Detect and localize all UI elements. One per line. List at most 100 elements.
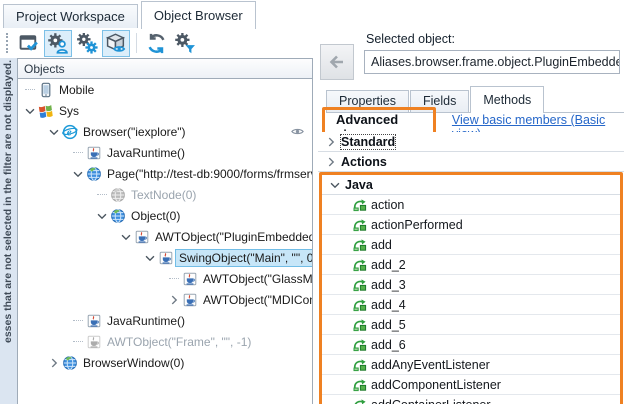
tree-connector <box>97 194 107 195</box>
tab-object-browser[interactable]: Object Browser <box>141 1 256 29</box>
tree-item-label: JavaRuntime() <box>104 313 188 329</box>
java-icon <box>182 271 200 287</box>
tree-row[interactable]: SwingObject("Main", "", 0) <box>18 247 312 268</box>
chevron-right-icon[interactable] <box>324 135 341 149</box>
main-tab-strip: Project Workspace Object Browser <box>0 0 318 29</box>
chevron-down-icon[interactable] <box>142 251 158 265</box>
method-row[interactable]: add_4 <box>322 295 620 315</box>
gear-filter-button[interactable] <box>171 30 199 57</box>
globe-icon <box>110 187 128 203</box>
tree-row[interactable]: AWTObject("GlassMouseGrabP <box>18 268 312 289</box>
tree-row[interactable]: Page("http://test-db:9000/forms/frmservl… <box>18 163 312 184</box>
chevron-down-icon[interactable] <box>46 125 62 139</box>
tree-row[interactable]: JavaRuntime() <box>18 142 312 163</box>
section-actions[interactable]: Actions <box>318 152 624 172</box>
tree-item-label: AWTObject("GlassMouseGrabP <box>200 271 313 287</box>
method-row[interactable]: add_2 <box>322 255 620 275</box>
tree-connector <box>73 152 83 153</box>
tree-item-label: AWTObject("MDIContainer", "" <box>200 292 313 308</box>
chevron-down-icon[interactable] <box>22 104 38 118</box>
tree-row[interactable]: Mobile <box>18 79 312 100</box>
tree-row[interactable]: Object(0) <box>18 205 312 226</box>
section-java[interactable]: Java <box>322 175 620 195</box>
tree-connector <box>73 341 83 342</box>
java-icon <box>158 250 176 266</box>
method-icon <box>352 317 371 333</box>
section-label: Standard <box>341 135 395 149</box>
chevron-right-icon[interactable] <box>324 155 341 169</box>
eye-icon[interactable] <box>290 124 305 139</box>
refresh-button[interactable] <box>142 30 170 57</box>
gear-user-button[interactable] <box>44 30 72 57</box>
java-icon <box>134 229 152 245</box>
method-row[interactable]: action <box>322 195 620 215</box>
tree-row[interactable]: AWTObject("MDIContainer", "" <box>18 289 312 310</box>
tree-row[interactable]: TextNode(0) <box>18 184 312 205</box>
method-row[interactable]: addComponentListener <box>322 375 620 395</box>
gear-filter-icon <box>174 33 196 54</box>
filter-notice-strip: esses that are not selected in the filte… <box>0 58 17 404</box>
tree-row[interactable]: BrowserWindow(0) <box>18 352 312 373</box>
tab-project-workspace[interactable]: Project Workspace <box>3 4 138 28</box>
method-name: add_6 <box>371 338 406 352</box>
method-icon <box>352 197 371 213</box>
java-icon <box>86 313 104 329</box>
tree-row[interactable]: eBrowser("iexplore") <box>18 121 312 142</box>
method-icon <box>352 377 371 393</box>
tree-item-label: AWTObject("PluginEmbeddedFrame", " <box>152 229 313 245</box>
section-label: Java <box>345 178 373 192</box>
method-icon <box>352 217 371 233</box>
method-row[interactable]: addAnyEventListener <box>322 355 620 375</box>
java-icon <box>182 292 200 308</box>
method-icon <box>352 257 371 273</box>
method-row[interactable]: add <box>322 235 620 255</box>
method-icon <box>352 397 371 404</box>
chevron-right-icon[interactable] <box>46 356 62 370</box>
method-icon <box>352 297 371 313</box>
tree-item-label: Page("http://test-db:9000/forms/frmservl… <box>104 166 313 182</box>
tree-row[interactable]: JavaRuntime() <box>18 310 312 331</box>
globe-icon <box>110 208 128 224</box>
section-standard[interactable]: Standard <box>318 132 624 152</box>
method-row[interactable]: add_3 <box>322 275 620 295</box>
tab-methods[interactable]: Methods <box>470 86 544 113</box>
chevron-right-icon[interactable] <box>166 293 182 307</box>
members-list: Standard Actions Java action actionPerformed… <box>318 132 624 404</box>
back-button[interactable] <box>320 44 354 80</box>
objects-tree: MobileSyseBrowser("iexplore")JavaRuntime… <box>17 79 313 404</box>
chevron-down-icon[interactable] <box>328 178 345 192</box>
java-icon <box>86 145 104 161</box>
tree-item-label: Sys <box>56 103 82 119</box>
selected-object-label: Selected object: <box>366 32 455 46</box>
method-row[interactable]: addContainerListener <box>322 395 620 404</box>
tree-row[interactable]: AWTObject("Frame", "", -1) <box>18 331 312 352</box>
tree-connector <box>169 278 179 279</box>
selected-object-field[interactable]: Aliases.browser.frame.object.PluginEmbed… <box>364 50 620 74</box>
method-icon <box>352 337 371 353</box>
window-check-button[interactable] <box>15 30 43 57</box>
method-row[interactable]: add_5 <box>322 315 620 335</box>
method-name: action <box>371 198 404 212</box>
method-row[interactable]: actionPerformed <box>322 215 620 235</box>
java-section-highlight: JavaactionactionPerformedaddadd_2add_3ad… <box>319 172 623 404</box>
box-eye-button[interactable] <box>102 30 130 57</box>
tree-connector <box>25 89 35 90</box>
toolbar-grip[interactable] <box>6 33 8 53</box>
toolbar-separator <box>136 33 137 53</box>
window-check-icon <box>19 33 40 54</box>
method-row[interactable]: add_6 <box>322 335 620 355</box>
chevron-down-icon[interactable] <box>70 167 86 181</box>
tree-row[interactable]: AWTObject("PluginEmbeddedFrame", " <box>18 226 312 247</box>
objects-column-header[interactable]: Objects <box>17 58 313 79</box>
mobile-icon <box>38 82 56 98</box>
gears-icon <box>77 33 98 54</box>
chevron-down-icon[interactable] <box>94 209 110 223</box>
tree-item-label: AWTObject("Frame", "", -1) <box>104 334 254 350</box>
globe-icon <box>62 355 80 371</box>
tree-row[interactable]: Sys <box>18 100 312 121</box>
windows-icon <box>38 103 56 119</box>
chevron-down-icon[interactable] <box>118 230 134 244</box>
gears-button[interactable] <box>73 30 101 57</box>
method-name: addContainerListener <box>371 398 491 404</box>
method-name: addAnyEventListener <box>371 358 490 372</box>
